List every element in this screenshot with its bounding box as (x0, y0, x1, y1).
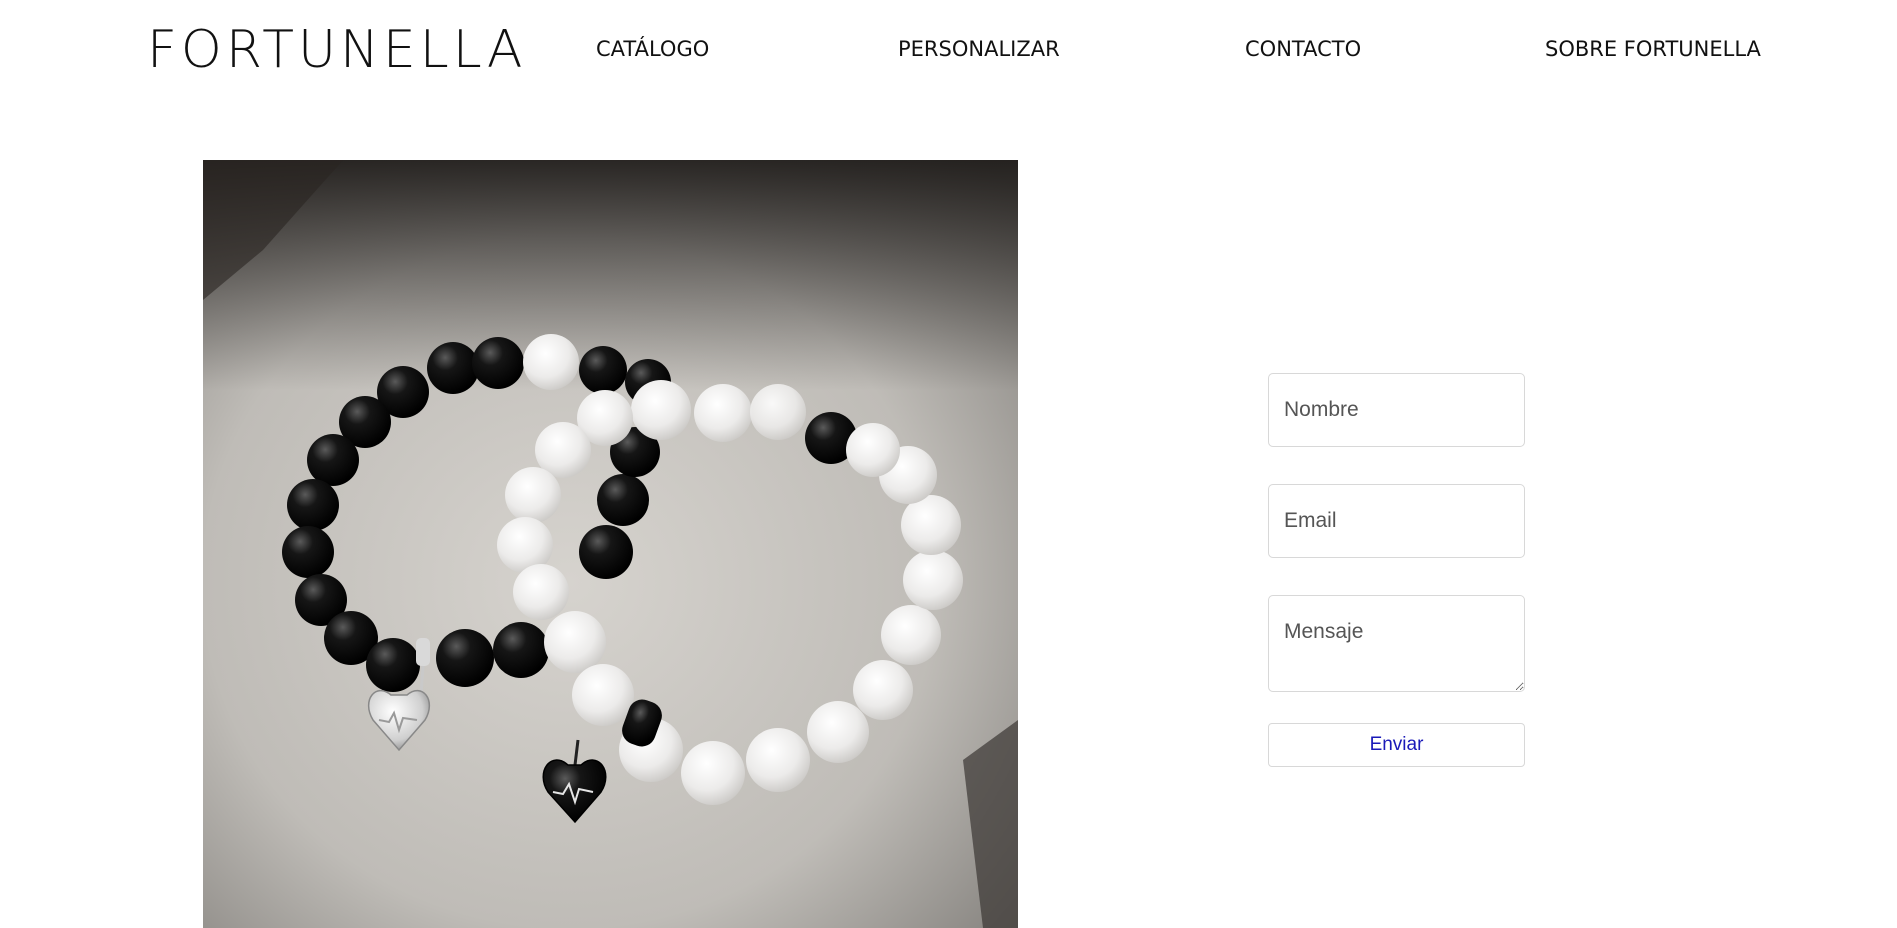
send-button[interactable]: Enviar (1268, 723, 1525, 767)
nav-link-catalogo[interactable]: CATÁLOGO (596, 36, 709, 62)
nav-link-sobre-fortunella[interactable]: SOBRE FORTUNELLA (1545, 36, 1761, 62)
brand-logo[interactable]: FORTUNELLA (147, 22, 526, 78)
product-photo-bracelets (203, 160, 1018, 928)
name-field[interactable] (1268, 373, 1525, 447)
nav-link-contacto[interactable]: CONTACTO (1245, 36, 1361, 62)
message-field[interactable] (1268, 595, 1525, 692)
site-header: FORTUNELLA CATÁLOGO PERSONALIZAR CONTACT… (0, 0, 1897, 100)
email-field[interactable] (1268, 484, 1525, 558)
nav-link-personalizar[interactable]: PERSONALIZAR (898, 36, 1060, 62)
